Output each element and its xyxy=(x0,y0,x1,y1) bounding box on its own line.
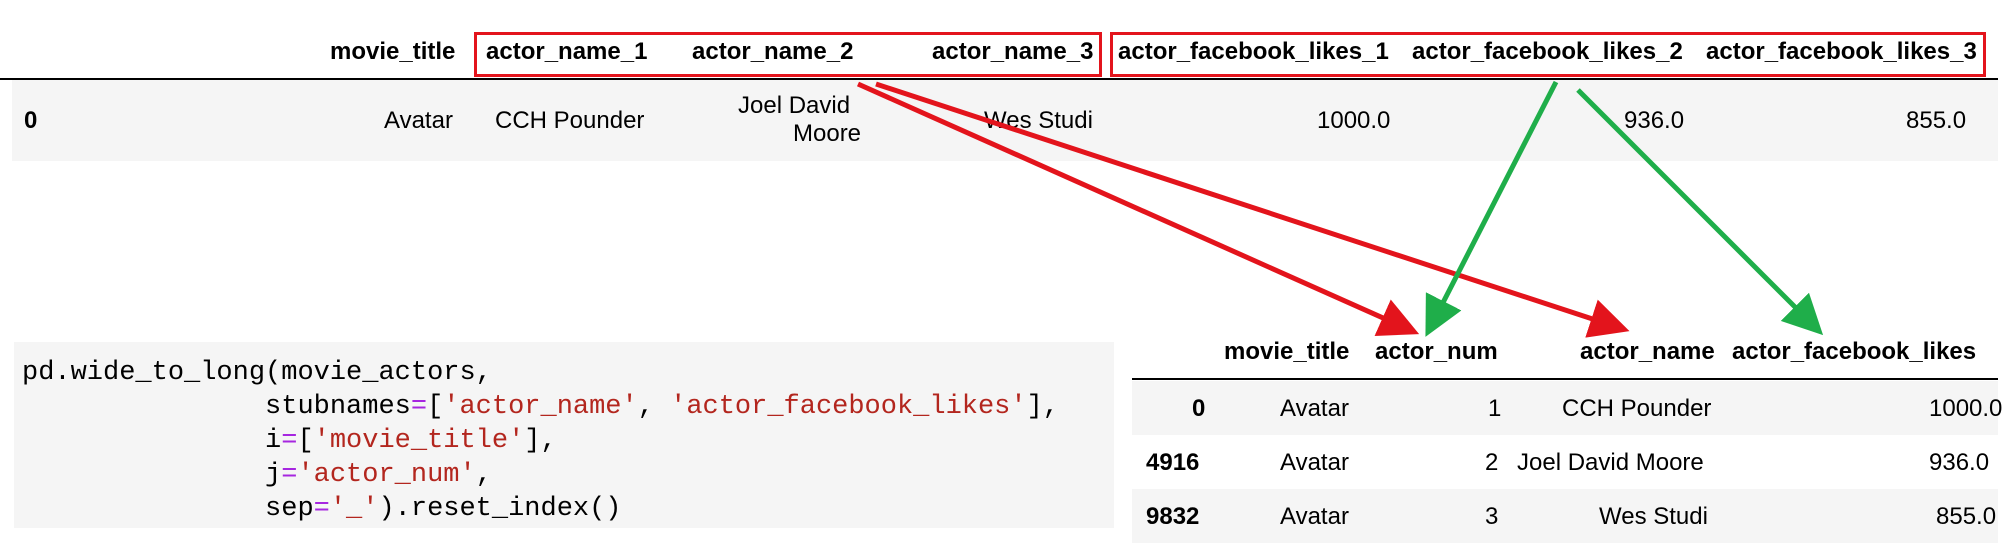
arrow-to-actor-num xyxy=(856,81,1420,337)
arrow-to-actor-num-green xyxy=(1425,80,1559,337)
arrow-to-actor-name xyxy=(875,81,1630,338)
arrow-overlay xyxy=(856,80,1824,338)
arrow-to-actor-facebook-likes xyxy=(1576,88,1824,336)
